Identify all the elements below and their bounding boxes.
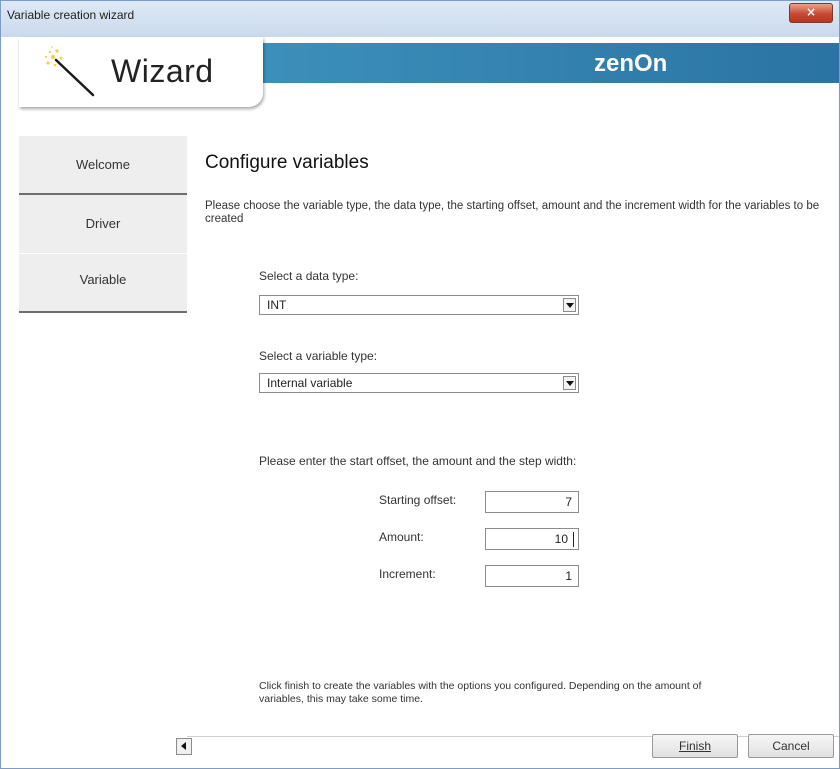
scroll-left-button[interactable] xyxy=(176,738,192,755)
footer-divider xyxy=(187,736,839,737)
increment-value: 1 xyxy=(565,569,572,583)
sidebar-item-welcome[interactable]: Welcome xyxy=(19,136,187,194)
cancel-button-label: Cancel xyxy=(772,739,810,753)
amount-field[interactable]: 10 xyxy=(485,528,579,550)
cancel-button[interactable]: Cancel xyxy=(748,734,834,758)
magic-wand-icon xyxy=(44,46,95,97)
data-type-label: Select a data type: xyxy=(259,269,359,283)
wizard-badge: Wizard xyxy=(19,37,263,107)
increment-field[interactable]: 1 xyxy=(485,565,579,587)
sidebar-item-driver[interactable]: Driver xyxy=(19,195,187,253)
offsets-prompt: Please enter the start offset, the amoun… xyxy=(259,454,577,468)
finish-button-label: Finish xyxy=(678,739,711,753)
window-title: Variable creation wizard xyxy=(7,8,135,22)
wizard-label: Wizard xyxy=(111,53,214,89)
variable-type-select[interactable]: Internal variable xyxy=(259,373,579,393)
increment-label: Increment: xyxy=(379,567,436,581)
sidebar-item-variable[interactable]: Variable xyxy=(19,254,187,312)
wizard-window: Variable creation wizard × zenOn Wizard xyxy=(0,0,840,769)
sidebar-item-label: Driver xyxy=(85,216,121,231)
brand-banner xyxy=(256,43,839,83)
starting-offset-label: Starting offset: xyxy=(379,493,457,507)
sidebar-item-label: Welcome xyxy=(76,157,130,172)
close-button[interactable]: × xyxy=(789,3,833,23)
text-caret xyxy=(573,532,574,547)
finish-button[interactable]: Finish xyxy=(652,734,738,758)
data-type-value: INT xyxy=(267,298,287,312)
intro-text: Please choose the variable type, the dat… xyxy=(205,200,820,225)
variable-type-label: Select a variable type: xyxy=(259,349,378,363)
close-icon: × xyxy=(805,5,817,19)
brand-logo: zenOn xyxy=(594,50,668,77)
variable-type-value: Internal variable xyxy=(267,376,353,390)
sidebar-divider xyxy=(19,311,187,313)
sidebar-nav: Welcome Driver Variable xyxy=(19,136,187,314)
data-type-select[interactable]: INT xyxy=(259,295,579,315)
footnote-text: Click finish to create the variables wit… xyxy=(259,680,702,705)
sidebar-item-label: Variable xyxy=(79,272,127,287)
title-bar: Variable creation wizard × xyxy=(1,1,839,37)
main-content: Configure variables Please choose the va… xyxy=(187,136,839,736)
chevron-down-icon[interactable] xyxy=(563,298,576,312)
starting-offset-value: 7 xyxy=(565,495,572,509)
chevron-down-icon[interactable] xyxy=(563,376,576,390)
chevron-left-icon xyxy=(181,742,186,750)
amount-label: Amount: xyxy=(379,530,424,544)
page-title: Configure variables xyxy=(205,152,369,173)
starting-offset-field[interactable]: 7 xyxy=(485,491,579,513)
amount-value: 10 xyxy=(554,532,568,546)
